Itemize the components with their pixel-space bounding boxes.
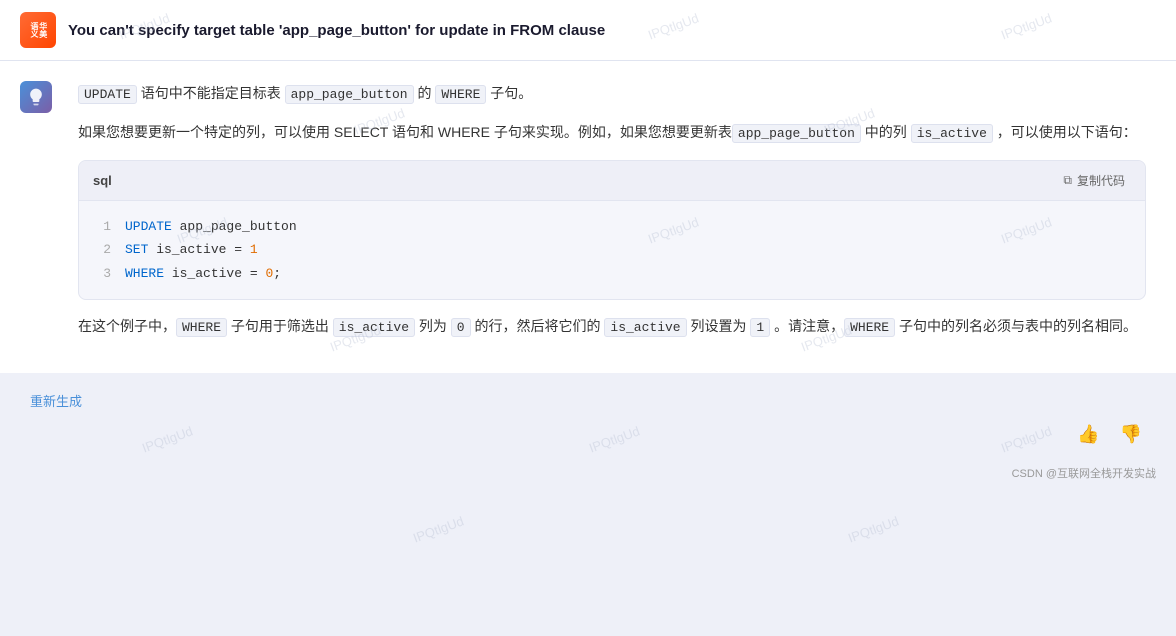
intro-middle: 语句中不能指定目标表 <box>137 85 285 101</box>
para1-text1: 如果您想要更新一个特定的列，可以使用 SELECT 语句和 WHERE 子句来实… <box>78 124 732 140</box>
outro-kw2: WHERE <box>844 318 895 337</box>
logo: 华美语义 <box>20 12 56 48</box>
line-code-2: SET is_active = 1 <box>125 238 258 261</box>
thumbs-down-button[interactable]: 👎 <box>1116 420 1146 449</box>
code-block: sql ⧉ 复制代码 1 UPDATE app_page_button 2 <box>78 160 1146 300</box>
logo-text: 华美语义 <box>27 20 49 40</box>
kw-update: UPDATE <box>78 85 137 104</box>
outro-end: 子句中的列名必须与表中的列名相同。 <box>895 318 1137 334</box>
outro-kw1: WHERE <box>176 318 227 337</box>
outro-mid4: 列设置为 <box>687 318 751 334</box>
footer-text: CSDN @互联网全栈开发实战 <box>1012 468 1156 480</box>
outro-mid2: 列为 <box>415 318 451 334</box>
regen-link[interactable]: 重新生成 <box>30 391 82 410</box>
para1-mid: 中的列 <box>861 124 911 140</box>
page-wrapper: IPQtlgUdIPQtlgUdIPQtlgUdIPQtlgUdIPQtlgUd… <box>0 0 1176 636</box>
thumbs-up-icon: 👍 <box>1077 424 1099 444</box>
code-line-2: 2 SET is_active = 1 <box>95 238 1129 261</box>
intro-suffix1: 的 <box>414 85 436 101</box>
outro-text: 在这个例子中，WHERE 子句用于筛选出 is_active 列为 0 的行，然… <box>78 314 1146 339</box>
copy-button[interactable]: ⧉ 复制代码 <box>1057 169 1131 192</box>
outro-prefix1: 在这个例子中， <box>78 318 176 334</box>
code-line-1: 1 UPDATE app_page_button <box>95 215 1129 238</box>
line-num-2: 2 <box>95 238 111 261</box>
para1: 如果您想要更新一个特定的列，可以使用 SELECT 语句和 WHERE 子句来实… <box>78 120 1146 145</box>
bottom-section: 重新生成 👍 👎 <box>0 373 1176 459</box>
para1-code1: app_page_button <box>732 124 861 143</box>
thumbs-down-icon: 👎 <box>1120 424 1142 444</box>
page-title: You can't specify target table 'app_page… <box>68 22 605 39</box>
content-area: UPDATE 语句中不能指定目标表 app_page_button 的 WHER… <box>0 61 1176 636</box>
response-body: UPDATE 语句中不能指定目标表 app_page_button 的 WHER… <box>78 81 1146 339</box>
intro-suffix2: 子句。 <box>486 85 532 101</box>
csdn-footer: CSDN @互联网全栈开发实战 <box>0 459 1176 489</box>
copy-label: 复制代码 <box>1077 172 1125 189</box>
outro-mid1: 子句用于筛选出 <box>227 318 333 334</box>
copy-icon: ⧉ <box>1063 173 1072 188</box>
line-num-1: 1 <box>95 215 111 238</box>
line-code-3: WHERE is_active = 0; <box>125 262 281 285</box>
code-content: 1 UPDATE app_page_button 2 SET is_active… <box>79 201 1145 299</box>
intro-text: UPDATE 语句中不能指定目标表 app_page_button 的 WHER… <box>78 81 1146 106</box>
table-name-inline: app_page_button <box>285 85 414 104</box>
line-num-3: 3 <box>95 262 111 285</box>
ai-icon <box>26 87 46 107</box>
para1-code2: is_active <box>911 124 993 143</box>
ai-avatar <box>20 81 52 113</box>
outro-mid5: 。请注意， <box>770 318 844 334</box>
thumbs-up-button[interactable]: 👍 <box>1073 420 1103 449</box>
outro-mid3: 的行，然后将它们的 <box>471 318 605 334</box>
title-bar: 华美语义 You can't specify target table 'app… <box>0 0 1176 61</box>
code-block-header: sql ⧉ 复制代码 <box>79 161 1145 201</box>
kw-where-inline: WHERE <box>435 85 486 104</box>
para1-end: ，可以使用以下语句： <box>993 124 1137 140</box>
outro-code1: is_active <box>333 318 415 337</box>
line-code-1: UPDATE app_page_button <box>125 215 297 238</box>
outro-val1: 0 <box>451 318 471 337</box>
code-lang: sql <box>93 173 112 188</box>
outro-val2: 1 <box>750 318 770 337</box>
code-line-3: 3 WHERE is_active = 0; <box>95 262 1129 285</box>
action-row: 👍 👎 <box>30 420 1146 449</box>
outro-code2: is_active <box>604 318 686 337</box>
response-card: UPDATE 语句中不能指定目标表 app_page_button 的 WHER… <box>0 61 1176 373</box>
